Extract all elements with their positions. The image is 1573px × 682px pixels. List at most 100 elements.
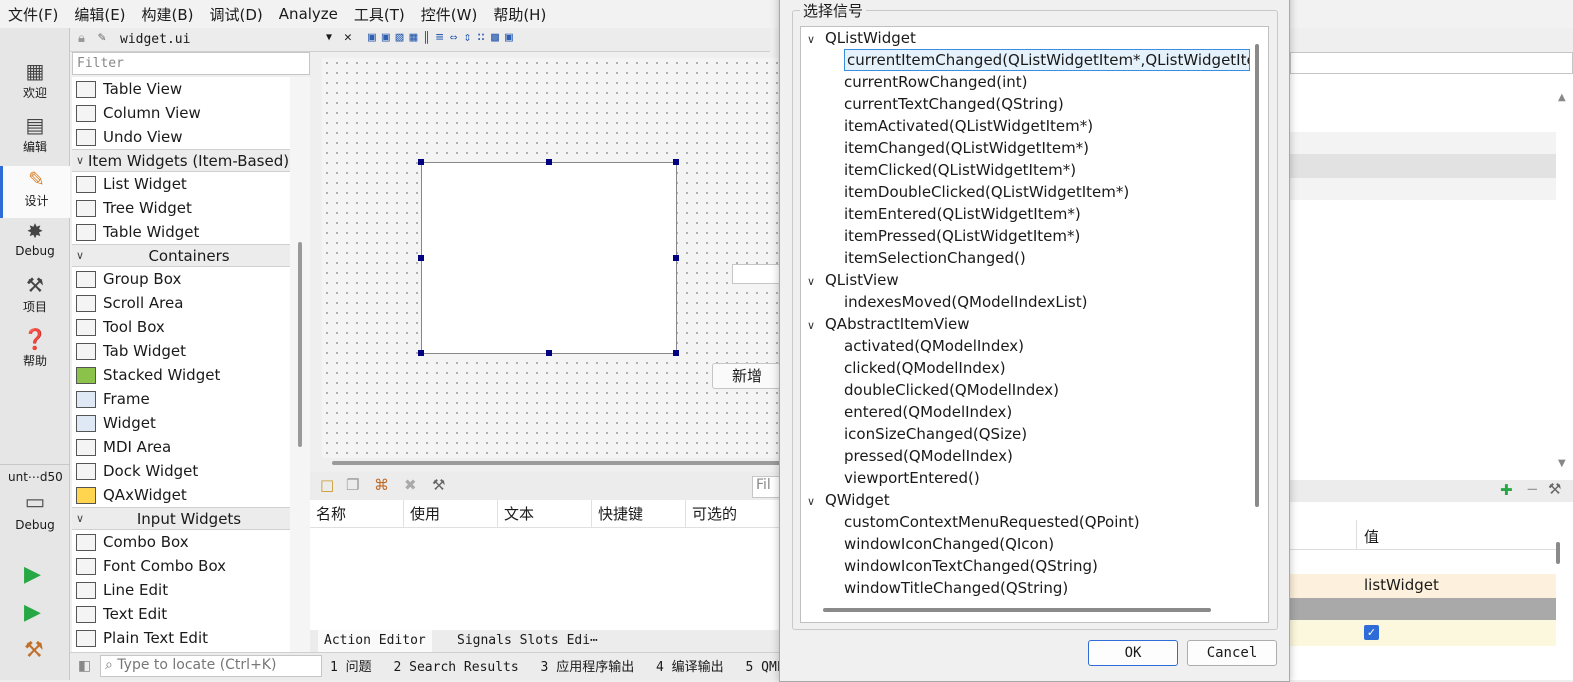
widget-item-tree-widget[interactable]: Tree Widget xyxy=(72,196,290,220)
resize-handle[interactable] xyxy=(673,159,679,165)
signal-item[interactable]: clicked(QModelIndex) xyxy=(844,357,1006,379)
signal-item[interactable]: itemSelectionChanged() xyxy=(844,247,1026,269)
delete-icon[interactable]: ✖ xyxy=(404,476,417,494)
signal-item[interactable]: entered(QModelIndex) xyxy=(844,401,1012,423)
chevron-down-icon[interactable]: ▼ xyxy=(326,32,332,43)
inspector-filter[interactable] xyxy=(1290,52,1573,74)
canvas-hscroll-thumb[interactable] xyxy=(332,461,782,465)
signal-item-selected[interactable]: currentItemChanged(QListWidgetItem*,QLis… xyxy=(844,49,1250,71)
checkbox-checked-icon[interactable]: ✓ xyxy=(1364,625,1379,640)
property-row-enabled[interactable]: ✓ xyxy=(1290,620,1556,646)
close-icon[interactable]: ✕ xyxy=(344,30,352,45)
sidebar-toggle-icon[interactable]: ◧ xyxy=(78,658,91,674)
widget-item-plain-text-edit[interactable]: Plain Text Edit xyxy=(72,626,290,650)
widget-item-text-edit[interactable]: Text Edit xyxy=(72,602,290,626)
column-checkable[interactable]: 可选的 xyxy=(686,500,780,527)
menu-tools[interactable]: 工具(T) xyxy=(346,4,413,25)
new-action-icon[interactable]: □ xyxy=(320,476,334,494)
signal-item[interactable]: itemPressed(QListWidgetItem*) xyxy=(844,225,1080,247)
signal-item[interactable]: iconSizeChanged(QSize) xyxy=(844,423,1027,445)
widget-item-scroll-area[interactable]: Scroll Area xyxy=(72,291,290,315)
signal-item[interactable]: customContextMenuRequested(QPoint) xyxy=(844,511,1140,533)
widget-item-list-widget[interactable]: List Widget xyxy=(72,172,290,196)
signal-item[interactable]: activated(QModelIndex) xyxy=(844,335,1024,357)
signal-item[interactable]: itemClicked(QListWidgetItem*) xyxy=(844,159,1076,181)
signal-item[interactable]: itemChanged(QListWidgetItem*) xyxy=(844,137,1089,159)
widget-item-combo-box[interactable]: Combo Box xyxy=(72,530,290,554)
widget-item-stacked-widget[interactable]: Stacked Widget xyxy=(72,363,290,387)
resize-handle[interactable] xyxy=(673,350,679,356)
signal-item[interactable]: viewportEntered() xyxy=(844,467,980,489)
signal-tree[interactable]: ∨ QListWidget currentItemChanged(QListWid… xyxy=(800,26,1269,623)
add-icon[interactable]: ✚ xyxy=(1500,481,1513,499)
ok-button[interactable]: OK xyxy=(1088,640,1178,666)
tab-action-editor[interactable]: Action Editor xyxy=(318,630,432,652)
resize-handle[interactable] xyxy=(673,255,679,261)
widget-item-qaxwidget[interactable]: QAxWidget xyxy=(72,483,290,507)
action-filter-input[interactable]: Fil xyxy=(752,476,782,498)
column-used[interactable]: 使用 xyxy=(404,500,498,527)
menu-help[interactable]: 帮助(H) xyxy=(485,4,554,25)
pane-compile-output[interactable]: 4 编译输出 xyxy=(656,660,724,675)
widget-item-undo-view[interactable]: Undo View xyxy=(72,125,290,149)
column-name[interactable]: 名称 xyxy=(310,500,404,527)
signal-item[interactable]: doubleClicked(QModelIndex) xyxy=(844,379,1059,401)
signal-item[interactable]: windowIconChanged(QIcon) xyxy=(844,533,1054,555)
category-item-widgets[interactable]: ∨ Item Widgets (Item-Based) xyxy=(72,149,290,172)
menu-widgets[interactable]: 控件(W) xyxy=(413,4,486,25)
widget-item-column-view[interactable]: Column View xyxy=(72,101,290,125)
menu-debug[interactable]: 调试(D) xyxy=(202,4,271,25)
scroll-up-icon[interactable]: ▲ xyxy=(1558,92,1566,103)
list-widget-selected[interactable] xyxy=(418,159,679,356)
widget-item-font-combo-box[interactable]: Font Combo Box xyxy=(72,554,290,578)
menu-edit[interactable]: 编辑(E) xyxy=(66,4,133,25)
property-row-objectname[interactable]: listWidget xyxy=(1290,574,1556,598)
scrollbar-thumb[interactable] xyxy=(298,242,302,447)
property-scrollbar-thumb[interactable] xyxy=(1556,542,1560,564)
widget-item-frame[interactable]: Frame xyxy=(72,387,290,411)
mode-welcome[interactable]: ▦ 欢迎 xyxy=(0,58,70,110)
inspector-scrollbar[interactable]: ▲ ▼ xyxy=(1556,92,1570,472)
mode-help[interactable]: ❓ 帮助 xyxy=(0,326,70,378)
signal-tree-hscroll-thumb[interactable] xyxy=(823,608,1211,612)
pane-app-output[interactable]: 3 应用程序输出 xyxy=(541,660,635,675)
paste-icon[interactable]: ⌘ xyxy=(374,476,389,494)
category-input-widgets[interactable]: ∨ Input Widgets xyxy=(72,507,290,530)
pane-issues[interactable]: 1 问题 xyxy=(330,660,372,675)
locator-input[interactable]: ⌕ Type to locate (Ctrl+K) xyxy=(100,655,322,677)
tree-group-qabstractitemview[interactable]: ∨ QAbstractItemView xyxy=(807,313,970,335)
resize-handle[interactable] xyxy=(418,255,424,261)
column-shortcut[interactable]: 快捷键 xyxy=(592,500,686,527)
signal-item[interactable]: currentRowChanged(int) xyxy=(844,71,1028,93)
widget-item-tool-box[interactable]: Tool Box xyxy=(72,315,290,339)
form-add-button[interactable]: 新增 xyxy=(712,363,782,389)
layout-tools-icons[interactable]: ▣▣▧▦∥≡⇔⇕∷▩▣ xyxy=(368,30,519,45)
mode-edit[interactable]: ▤ 编辑 xyxy=(0,112,70,164)
column-text[interactable]: 文本 xyxy=(498,500,592,527)
pane-search-results[interactable]: 2 Search Results xyxy=(393,660,518,675)
run-icon[interactable]: ▶ xyxy=(24,562,41,587)
action-table[interactable]: 名称 使用 文本 快捷键 可选的 xyxy=(310,500,780,630)
widget-item-widget[interactable]: Widget xyxy=(72,411,290,435)
resize-handle[interactable] xyxy=(418,350,424,356)
mode-debug[interactable]: ✸ Debug xyxy=(0,218,70,270)
signal-item[interactable]: currentTextChanged(QString) xyxy=(844,93,1064,115)
menu-file[interactable]: 文件(F) xyxy=(0,4,66,25)
debug-run-icon[interactable]: ▶ xyxy=(24,600,41,625)
resize-handle[interactable] xyxy=(418,159,424,165)
widget-item-tab-widget[interactable]: Tab Widget xyxy=(72,339,290,363)
mode-projects[interactable]: ⚒ 项目 xyxy=(0,272,70,324)
menu-analyze[interactable]: Analyze xyxy=(271,5,346,23)
signal-item[interactable]: windowTitleChanged(QString) xyxy=(844,577,1068,599)
widget-item-line-edit[interactable]: Line Edit xyxy=(72,578,290,602)
resize-handle[interactable] xyxy=(546,350,552,356)
signal-tree-vscroll-thumb[interactable] xyxy=(1255,44,1259,507)
signal-item[interactable]: indexesMoved(QModelIndexList) xyxy=(844,291,1087,313)
tree-group-qwidget[interactable]: ∨ QWidget xyxy=(807,489,890,511)
scroll-down-icon[interactable]: ▼ xyxy=(1558,458,1566,469)
category-containers[interactable]: ∨ Containers xyxy=(72,244,290,267)
tree-group-qlistwidget[interactable]: ∨ QListWidget xyxy=(807,27,916,49)
inspector-row-selected[interactable] xyxy=(1290,154,1556,178)
inspector-row[interactable] xyxy=(1290,178,1556,200)
tab-signals-slots[interactable]: Signals Slots Edi⋯ xyxy=(457,633,598,648)
